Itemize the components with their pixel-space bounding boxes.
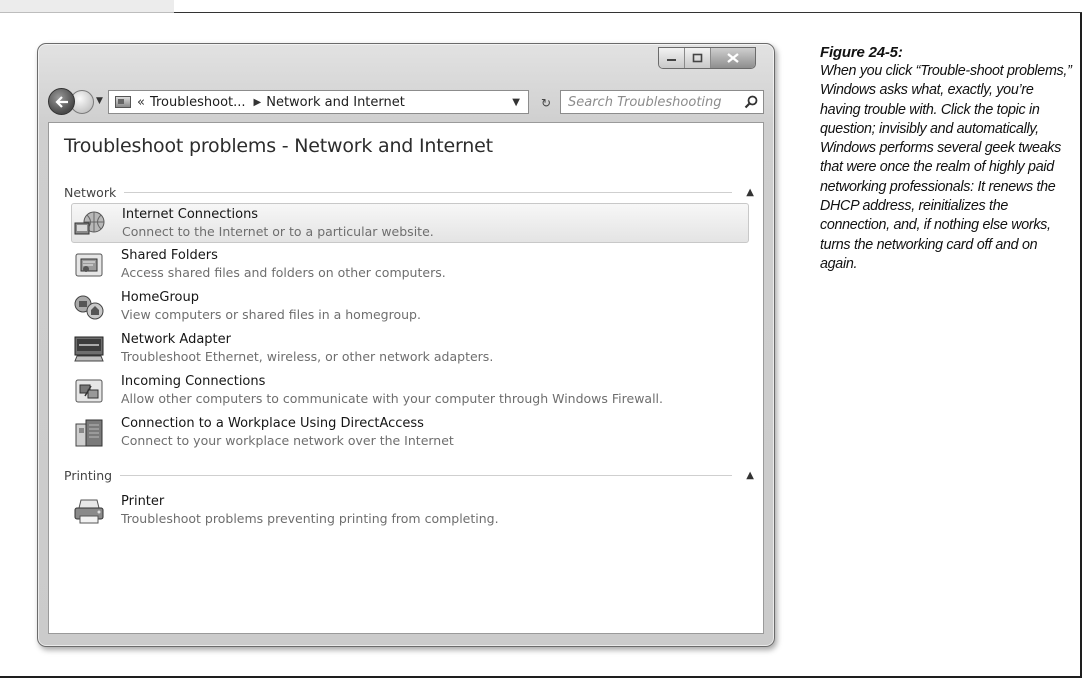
item-title: Incoming Connections — [121, 374, 266, 389]
breadcrumb-overflow[interactable]: « — [137, 95, 145, 110]
list-item-incoming-connections[interactable]: Incoming Connections Allow other compute… — [71, 371, 749, 411]
list-item-shared-folders[interactable]: Shared Folders Access shared files and f… — [71, 245, 749, 285]
content-pane: Troubleshoot problems - Network and Inte… — [48, 122, 764, 634]
item-description: View computers or shared files in a home… — [121, 307, 421, 322]
incoming-connections-icon — [75, 379, 103, 403]
troubleshooting-window: ▼ « Troubleshoot... ▶ Network and Intern… — [37, 43, 775, 647]
address-dropdown-icon[interactable]: ▼ — [512, 97, 520, 108]
back-button[interactable] — [48, 88, 75, 115]
item-title: Internet Connections — [122, 207, 259, 222]
shared-folders-icon — [75, 253, 103, 277]
breadcrumb-separator-icon[interactable]: ▶ — [254, 97, 262, 108]
figure-label: Figure 24-5: — [820, 44, 903, 61]
refresh-icon: ↻ — [540, 96, 552, 110]
item-title: Network Adapter — [121, 332, 231, 347]
item-description: Troubleshoot Ethernet, wireless, or othe… — [121, 349, 494, 364]
group-divider — [120, 475, 733, 476]
maximize-button[interactable] — [685, 48, 711, 68]
list-item-network-adapter[interactable]: Network Adapter Troubleshoot Ethernet, w… — [71, 329, 749, 369]
search-icon[interactable] — [744, 95, 758, 109]
recent-pages-dropdown-icon[interactable]: ▼ — [96, 96, 103, 106]
item-title: HomeGroup — [121, 290, 199, 305]
navigation-bar: ▼ « Troubleshoot... ▶ Network and Intern… — [48, 88, 764, 116]
item-description: Connect to your workplace network over t… — [121, 433, 454, 448]
control-panel-icon — [115, 96, 131, 108]
collapse-printing-icon[interactable]: ▲ — [746, 470, 754, 481]
network-adapter-icon — [74, 336, 104, 362]
figure-caption-text: When you click “Trouble-shoot problems,”… — [820, 63, 1072, 272]
page-frame-rule — [174, 12, 1082, 13]
page-tab — [0, 0, 174, 12]
directaccess-icon — [75, 419, 103, 447]
minimize-button[interactable] — [659, 48, 685, 68]
item-title: Connection to a Workplace Using DirectAc… — [121, 416, 424, 431]
page-title: Troubleshoot problems - Network and Inte… — [64, 135, 493, 157]
item-description: Troubleshoot problems preventing printin… — [121, 511, 499, 526]
group-label-network: Network — [64, 185, 117, 200]
minimize-icon — [666, 59, 676, 61]
collapse-network-icon[interactable]: ▲ — [746, 187, 754, 198]
item-title: Shared Folders — [121, 248, 218, 263]
printer-icon — [74, 499, 104, 524]
figure-caption: Figure 24-5: When you click “Trouble-sho… — [820, 44, 1072, 274]
refresh-button[interactable]: ↻ — [532, 90, 560, 116]
address-bar[interactable]: « Troubleshoot... ▶ Network and Internet… — [108, 90, 529, 114]
group-header-network: Network ▲ — [64, 185, 754, 200]
group-label-printing: Printing — [64, 468, 113, 483]
item-description: Access shared files and folders on other… — [121, 265, 446, 280]
search-input[interactable]: Search Troubleshooting — [560, 90, 764, 114]
list-item-printer[interactable]: Printer Troubleshoot problems preventing… — [71, 491, 749, 531]
item-title: Printer — [121, 494, 165, 509]
item-description: Connect to the Internet or to a particul… — [122, 224, 434, 239]
item-description: Allow other computers to communicate wit… — [121, 391, 663, 406]
group-divider — [124, 192, 733, 193]
caption-buttons — [658, 47, 756, 69]
breadcrumb-network-and-internet[interactable]: Network and Internet — [266, 95, 405, 110]
group-header-printing: Printing ▲ — [64, 468, 754, 483]
internet-connections-icon — [74, 211, 105, 235]
close-button[interactable] — [711, 48, 755, 68]
list-item-directaccess[interactable]: Connection to a Workplace Using DirectAc… — [71, 413, 749, 453]
back-arrow-icon — [54, 95, 68, 108]
homegroup-icon — [74, 295, 104, 320]
breadcrumb-troubleshoot[interactable]: Troubleshoot... — [150, 95, 246, 110]
list-item-internet-connections[interactable]: Internet Connections Connect to the Inte… — [71, 203, 749, 243]
close-icon — [727, 53, 739, 63]
search-placeholder: Search Troubleshooting — [568, 94, 722, 110]
list-item-homegroup[interactable]: HomeGroup View computers or shared files… — [71, 287, 749, 327]
maximize-icon — [692, 53, 702, 63]
